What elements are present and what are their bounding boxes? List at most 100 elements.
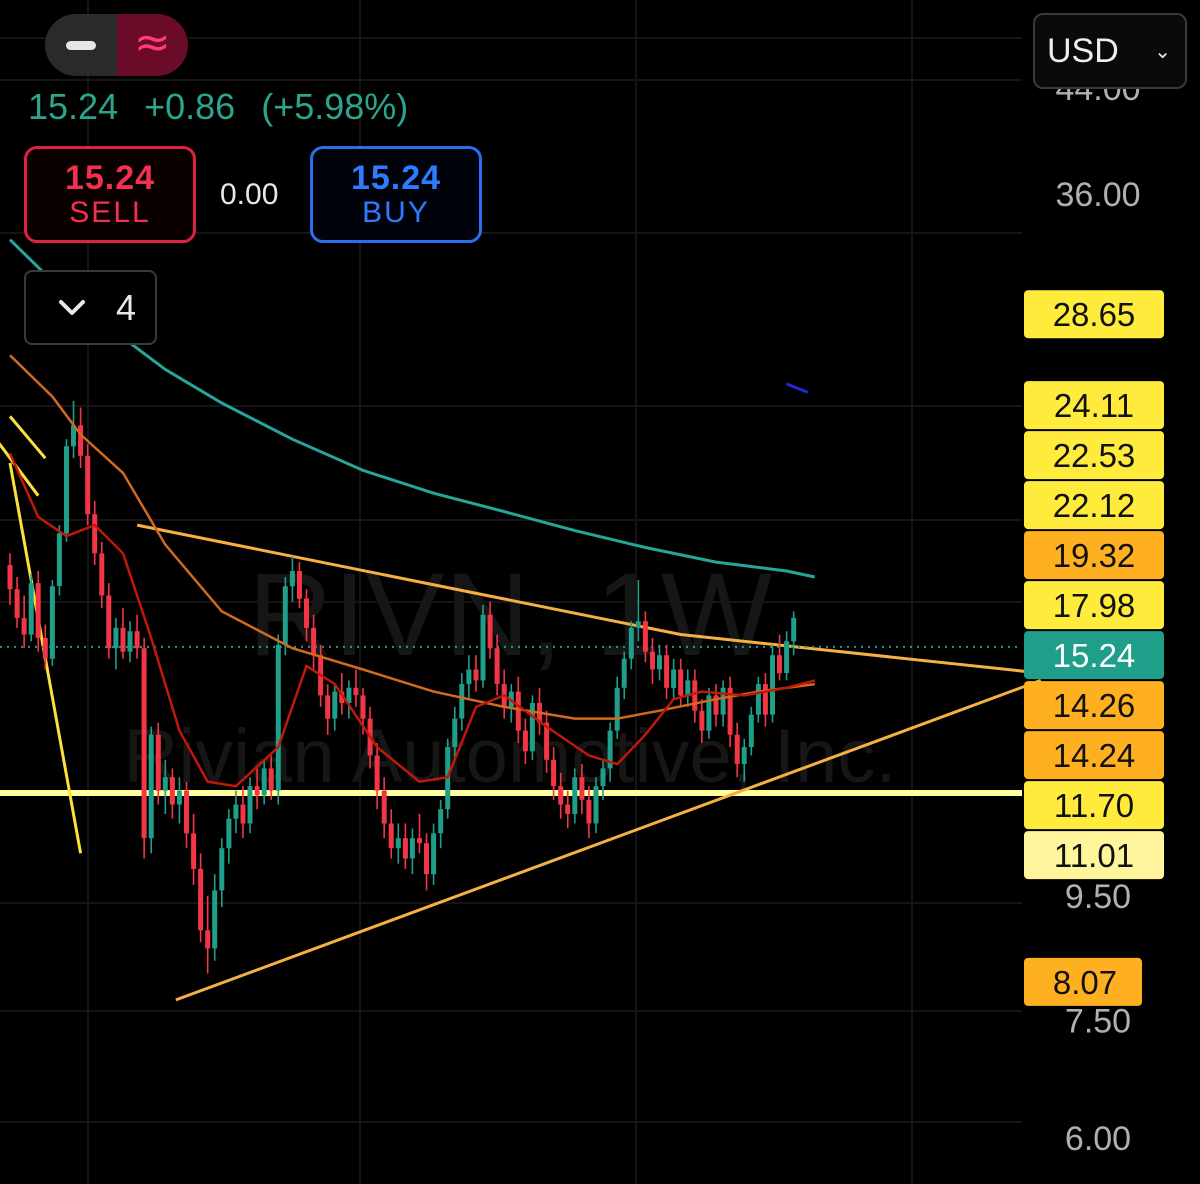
candle-body — [14, 589, 20, 618]
candle-body — [176, 790, 182, 805]
candle-body — [233, 804, 239, 819]
price-tag: 28.65 — [1024, 290, 1164, 339]
candle-body — [282, 586, 288, 645]
candle-body — [374, 755, 380, 791]
candle-body — [424, 843, 429, 875]
candle-body — [254, 786, 260, 796]
candle-body — [226, 818, 232, 849]
candle-body — [395, 838, 401, 849]
candle-body — [431, 833, 437, 875]
candle-body — [332, 691, 338, 719]
price-tag-label: 28.65 — [1053, 296, 1136, 333]
candle-body — [459, 684, 465, 719]
candle-body — [628, 627, 634, 659]
candle-body — [692, 680, 698, 711]
candle-body — [685, 680, 691, 696]
candle-body — [642, 621, 648, 652]
price-tag-label: 15.24 — [1053, 637, 1136, 674]
candle-body — [635, 621, 641, 628]
price-tag-label: 22.12 — [1053, 487, 1136, 524]
chevron-down-icon: ⌄ — [1154, 40, 1171, 63]
price-tag-label: 22.53 — [1053, 437, 1136, 474]
candle-body — [148, 734, 154, 839]
candle-body — [106, 595, 112, 649]
candle-body — [741, 747, 747, 765]
candle-body — [487, 614, 493, 649]
price-tag: 8.07 — [1024, 957, 1142, 1006]
price-tag-label: 11.70 — [1054, 787, 1134, 824]
minus-icon — [65, 40, 96, 50]
line-mode-button[interactable] — [45, 14, 117, 76]
buy-button[interactable]: 15.24 BUY — [310, 146, 482, 243]
candle-body — [304, 598, 309, 628]
currency-select[interactable]: USD ⌄ — [1033, 13, 1187, 89]
candle-body — [99, 553, 105, 596]
wave-icon: ≈ — [133, 17, 171, 68]
wave-mode-button[interactable]: ≈ — [116, 14, 188, 76]
chart-mode-toggle[interactable]: ≈ — [45, 14, 188, 76]
candle-body — [558, 786, 564, 805]
candle-body — [275, 644, 281, 791]
drawing-mark — [786, 382, 809, 394]
price-tag: 14.26 — [1024, 681, 1164, 730]
candle-body — [650, 651, 655, 670]
y-tick-label: 7.50 — [1065, 1003, 1131, 1041]
candle-body — [78, 425, 84, 456]
indicator-count: 4 — [116, 286, 137, 328]
candle-body — [127, 631, 133, 652]
candle-body — [268, 768, 274, 791]
candle-body — [212, 890, 218, 949]
candle-body — [205, 930, 211, 949]
candle-body — [748, 714, 754, 748]
y-tick-label: 9.50 — [1065, 878, 1131, 916]
candle-body — [198, 868, 204, 931]
candle-body — [184, 790, 189, 834]
candle-body — [49, 586, 55, 659]
price-tag: 14.24 — [1024, 731, 1164, 780]
candle-body — [353, 687, 359, 696]
y-tick-label: 36.00 — [1055, 176, 1140, 214]
candle-body — [56, 533, 62, 587]
candle-body — [572, 777, 578, 814]
indicators-toggle-button[interactable]: 4 — [24, 270, 157, 345]
currency-value: USD — [1047, 31, 1119, 70]
price-change: +0.86 — [144, 86, 236, 127]
price-tag-label: 17.98 — [1053, 587, 1136, 624]
candle-body — [85, 455, 91, 515]
candle-body — [247, 786, 253, 824]
candle-body — [42, 637, 48, 659]
price-tag: 17.98 — [1024, 581, 1164, 630]
candle-body — [586, 799, 592, 824]
candle-body — [657, 655, 662, 670]
candle-body — [522, 730, 528, 752]
price-tag-label: 19.32 — [1053, 537, 1136, 574]
candle-body — [35, 583, 41, 638]
candle-body — [261, 768, 267, 796]
fib-line — [8, 415, 47, 460]
candle-body — [720, 687, 726, 715]
candle-body — [593, 786, 599, 824]
candle-body — [466, 669, 472, 685]
candle-body — [141, 648, 147, 839]
candle-body — [64, 446, 69, 534]
sell-price: 15.24 — [64, 158, 156, 197]
candle-body — [240, 804, 246, 824]
candle-body — [777, 655, 782, 674]
candle-body — [417, 838, 422, 844]
candle-body — [325, 695, 331, 719]
candle-body — [664, 655, 670, 688]
candle-body — [791, 617, 797, 642]
candle-body — [770, 655, 775, 715]
watermark-name: Rivian Automotive, Inc. — [123, 714, 896, 799]
candle-body — [92, 514, 98, 554]
last-price: 15.24 — [28, 86, 119, 127]
candle-body — [191, 833, 197, 869]
sell-button[interactable]: 15.24 SELL — [24, 146, 196, 243]
candle-body — [360, 695, 366, 719]
price-tag: 19.32 — [1024, 531, 1164, 580]
y-tick-label: 6.00 — [1065, 1120, 1131, 1158]
candle-body — [120, 627, 126, 652]
candle-body — [402, 838, 408, 859]
candle-body — [381, 790, 387, 824]
price-tag-label: 14.24 — [1053, 737, 1136, 774]
